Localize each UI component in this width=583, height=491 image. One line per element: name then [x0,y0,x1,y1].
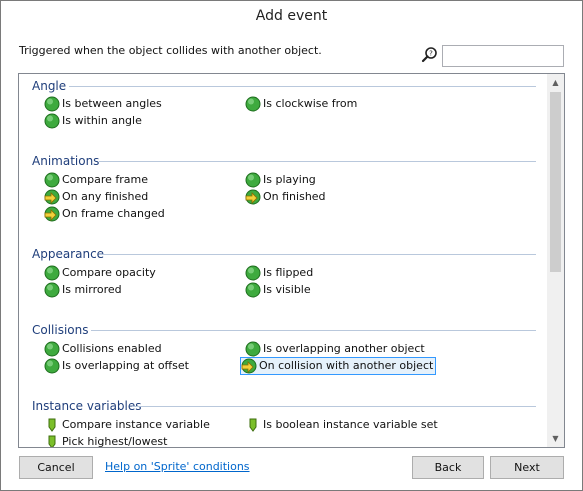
green-circle-icon [245,96,261,112]
list-item[interactable]: On frame changed [44,206,165,222]
green-circle-icon [44,172,60,188]
item-label: Is visible [263,283,311,296]
list-item[interactable]: Is within angle [44,113,142,129]
group-header-appearance: Appearance [32,247,105,261]
group-header-collisions: Collisions [32,323,89,337]
trigger-arrow-icon [241,358,257,374]
list-item[interactable]: Is between angles [44,96,162,112]
green-flag-icon [44,434,60,447]
item-label: Is boolean instance variable set [263,418,438,431]
svg-text:?: ? [429,50,433,58]
add-event-dialog: Add event Triggered when the object coll… [0,0,583,491]
item-label: Is mirrored [62,283,122,296]
item-label: Compare instance variable [62,418,210,431]
list-item[interactable]: Is flipped [245,265,313,281]
item-label: Is within angle [62,114,142,127]
green-flag-icon [245,417,261,433]
trigger-arrow-icon [245,189,261,205]
item-label: Is clockwise from [263,97,358,110]
item-label: On collision with another object [259,359,434,372]
list-item[interactable]: On any finished [44,189,148,205]
trigger-arrow-icon [44,206,60,222]
list-item[interactable]: Is playing [245,172,316,188]
green-circle-icon [44,358,60,374]
item-label: Is overlapping at offset [62,359,189,372]
next-button[interactable]: Next [490,456,564,479]
green-circle-icon [44,113,60,129]
green-circle-icon [245,172,261,188]
item-label: Collisions enabled [62,342,162,355]
group-header-angle: Angle [32,79,67,93]
list-item[interactable]: Is boolean instance variable set [245,417,438,433]
vertical-scrollbar[interactable]: ▲ ▼ [547,74,564,447]
list-item[interactable]: Collisions enabled [44,341,162,357]
scroll-down-arrow-icon[interactable]: ▼ [547,430,564,447]
green-circle-icon [245,282,261,298]
item-label: Is between angles [62,97,162,110]
item-label: On frame changed [62,207,165,220]
item-label: Compare frame [62,173,149,186]
green-circle-icon [44,341,60,357]
green-circle-icon [245,341,261,357]
search-input[interactable] [442,45,564,67]
scrollbar-thumb[interactable] [550,92,561,272]
list-item-selected[interactable]: On collision with another object [240,357,437,375]
item-label: Is overlapping another object [263,342,425,355]
cancel-button[interactable]: Cancel [19,456,93,479]
item-label: Is playing [263,173,316,186]
search-icon[interactable]: ? [421,46,439,64]
list-item[interactable]: Is overlapping another object [245,341,425,357]
back-button[interactable]: Back [412,456,484,479]
green-circle-icon [44,265,60,281]
list-item[interactable]: Compare opacity [44,265,156,281]
list-item[interactable]: Is overlapping at offset [44,358,189,374]
list-item[interactable]: Is mirrored [44,282,122,298]
list-item[interactable]: Compare instance variable [44,417,210,433]
event-description: Triggered when the object collides with … [19,44,322,57]
item-label: On finished [263,190,326,203]
item-label: Pick highest/lowest [62,435,168,448]
group-header-animations: Animations [32,154,100,168]
trigger-arrow-icon [44,189,60,205]
group-divider [69,86,536,87]
dialog-title: Add event [255,8,328,24]
green-flag-icon [44,417,60,433]
group-divider [99,254,536,255]
scroll-up-arrow-icon[interactable]: ▲ [547,74,564,91]
green-circle-icon [245,265,261,281]
group-divider [91,330,536,331]
green-circle-icon [44,282,60,298]
help-link[interactable]: Help on 'Sprite' conditions [105,460,250,473]
list-item[interactable]: Pick highest/lowest [44,434,168,448]
list-item[interactable]: Is visible [245,282,311,298]
item-label: On any finished [62,190,149,203]
list-item[interactable]: Compare frame [44,172,148,188]
item-label: Compare opacity [62,266,156,279]
item-label: Is flipped [263,266,314,279]
conditions-list[interactable]: Angle Is between angles Is clockwise fro… [18,73,565,448]
group-header-instance-variables: Instance variables [32,399,142,413]
green-circle-icon [44,96,60,112]
list-item[interactable]: On finished [245,189,326,205]
group-divider [132,406,536,407]
group-divider [99,161,536,162]
list-item[interactable]: Is clockwise from [245,96,357,112]
